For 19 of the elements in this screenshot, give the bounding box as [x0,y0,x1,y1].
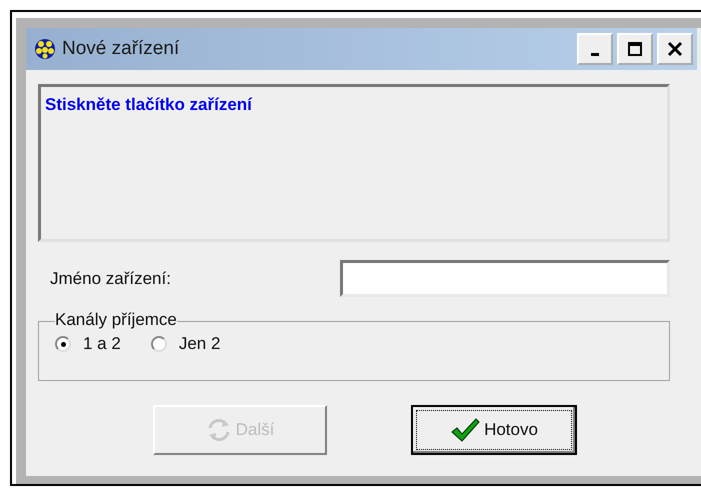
group-title: Kanály příjemce [55,310,177,330]
radio-button[interactable] [150,336,167,352]
maximize-icon [627,41,643,57]
name-field[interactable] [340,260,670,297]
maximize-button[interactable] [617,33,653,65]
minimize-button[interactable] [577,33,613,65]
done-button[interactable]: Hotovo [411,405,577,455]
radio-label[interactable]: 1 a 2 [83,334,121,354]
close-icon [667,41,683,57]
window-title: Nové zařízení [62,38,180,60]
checkmark-icon [450,417,480,443]
message-text: Stiskněte tlačítko zařízení [45,95,252,114]
minimize-icon [591,52,599,56]
ball-icon [34,38,56,60]
refresh-icon [206,417,232,443]
close-button[interactable] [657,33,693,65]
radio-label[interactable]: Jen 2 [178,334,220,354]
name-label: Jméno zařízení: [50,268,171,288]
radio-button[interactable] [55,336,71,352]
